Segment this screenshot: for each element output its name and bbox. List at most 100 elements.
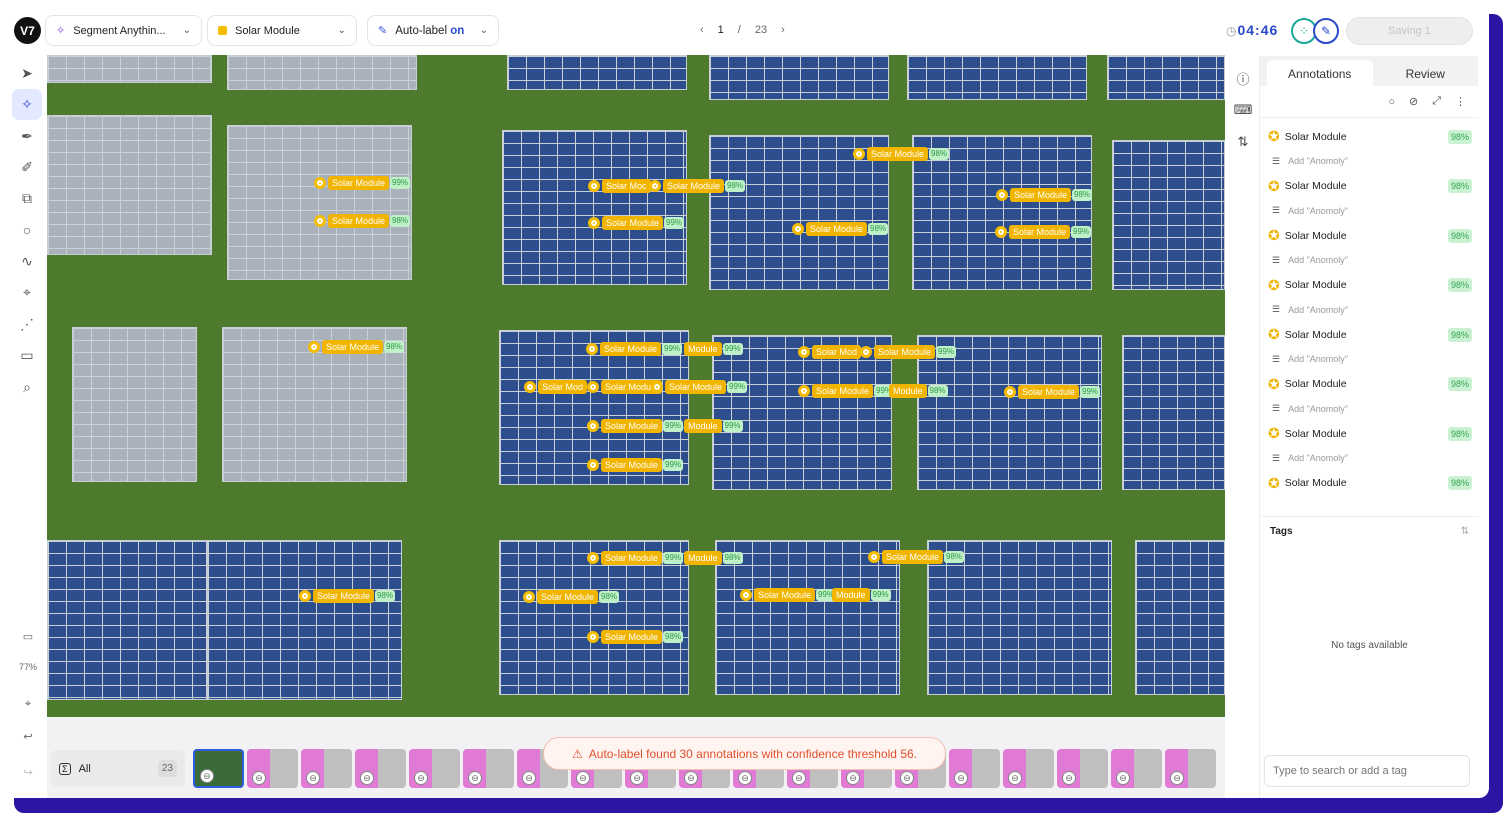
annotation-label[interactable]: Solar Module 98% [649, 179, 746, 193]
annotation-label[interactable]: Solar Module 98% [792, 222, 889, 236]
add-attribute[interactable]: ☰ Add "Anomoly" [1260, 199, 1478, 224]
annotation-label[interactable]: Solar Module 99% [860, 345, 957, 359]
annotation-label[interactable]: Module 99% [684, 342, 743, 356]
annotation-handle-icon[interactable] [996, 189, 1008, 201]
keyboard-icon[interactable]: ⌨ [1232, 94, 1254, 126]
zoom-level[interactable]: 77% [12, 662, 44, 672]
add-attribute[interactable]: ☰ Add "Anomoly" [1260, 347, 1478, 372]
reset-view-icon[interactable]: ⌖ [12, 698, 44, 711]
annotation-handle-icon[interactable] [587, 631, 599, 643]
thumbnail[interactable]: ⊖ [301, 749, 352, 788]
class-select[interactable]: Solar Module ⌄ [207, 15, 357, 46]
annotation-handle-icon[interactable] [588, 217, 600, 229]
annotation-label[interactable]: Solar Moc [588, 179, 651, 193]
annotation-handle-icon[interactable] [586, 343, 598, 355]
annotation-handle-icon[interactable] [314, 177, 326, 189]
add-attribute[interactable]: ☰ Add "Anomoly" [1260, 397, 1478, 422]
annotation-label[interactable]: Solar Module 99% [586, 342, 683, 356]
annotation-label[interactable]: Solar Module 98% [523, 590, 620, 604]
annotation-label[interactable]: Solar Module 98% [587, 630, 684, 644]
annotation-label[interactable]: Solar Module 99% [995, 225, 1092, 239]
annotation-item[interactable]: ✪ Solar Module 98% [1260, 471, 1478, 496]
thumbnail[interactable]: ⊖ [949, 749, 1000, 788]
model-select[interactable]: ✧ Segment Anythin... ⌄ [45, 15, 202, 46]
thumbnail[interactable]: ⊖ [1057, 749, 1108, 788]
annotation-handle-icon[interactable] [524, 381, 536, 393]
annotation-label[interactable]: Solar Module 98% [299, 589, 396, 603]
annotation-label[interactable]: Solar Module 98% [314, 214, 411, 228]
annotation-item[interactable]: ✪ Solar Module 98% [1260, 223, 1478, 248]
annotation-handle-icon[interactable] [649, 180, 661, 192]
pen-icon[interactable]: ✒ [12, 121, 42, 152]
annotation-handle-icon[interactable] [868, 551, 880, 563]
annotation-label[interactable]: Solar Module 99% [651, 380, 748, 394]
v7-logo[interactable]: V7 [14, 17, 41, 44]
saving-button[interactable]: Saving 1 [1346, 17, 1473, 45]
polygon-icon[interactable]: ⧉ [12, 184, 42, 215]
annotation-item[interactable]: ✪ Solar Module 98% [1260, 322, 1478, 347]
annotation-handle-icon[interactable] [1004, 386, 1016, 398]
annotation-label[interactable]: Solar Module 99% [588, 216, 685, 230]
annotation-handle-icon[interactable] [587, 459, 599, 471]
annotation-label[interactable]: Solar Module 98% [308, 340, 405, 354]
annotation-label[interactable]: Solar Module 99% [587, 551, 684, 565]
tab-review[interactable]: Review [1373, 60, 1479, 86]
annotation-label[interactable]: Solar Module 99% [1004, 385, 1101, 399]
redo-icon[interactable]: ↪ [12, 766, 44, 779]
annotation-label[interactable]: Solar Mod [524, 380, 588, 394]
ellipse-icon[interactable]: ○ [12, 215, 42, 246]
annotation-handle-icon[interactable] [587, 381, 599, 393]
annotate-mode-icon[interactable]: ✎ [1313, 18, 1339, 44]
sort-icon[interactable]: ⇅ [1461, 526, 1469, 537]
annotation-label[interactable]: Module 99% [832, 588, 891, 602]
annotation-handle-icon[interactable] [651, 381, 663, 393]
cursor-icon[interactable]: ➤ [12, 58, 42, 89]
annotation-handle-icon[interactable] [523, 591, 535, 603]
segment-anything-icon[interactable]: ✧ [12, 89, 42, 121]
add-attribute[interactable]: ☰ Add "Anomoly" [1260, 248, 1478, 273]
thumbnail[interactable]: ⊖ [1003, 749, 1054, 788]
annotation-label[interactable]: Solar Module 99% [740, 588, 837, 602]
hide-icon[interactable]: ⊘ [1409, 95, 1418, 108]
thumbnail[interactable]: ⊖ [247, 749, 298, 788]
annotation-handle-icon[interactable] [792, 223, 804, 235]
annotation-label[interactable]: Solar Mod [798, 345, 862, 359]
next-page-button[interactable]: › [781, 24, 785, 36]
annotation-label[interactable]: Module 99% [684, 419, 743, 433]
annotation-handle-icon[interactable] [798, 385, 810, 397]
annotation-item[interactable]: ✪ Solar Module 98% [1260, 372, 1478, 397]
thumbnail[interactable]: ⊖ [463, 749, 514, 788]
annotation-label[interactable]: Solar Module 99% [314, 176, 411, 190]
annotation-label[interactable]: Module 98% [684, 551, 743, 565]
thumbnail[interactable]: ⊖ [409, 749, 460, 788]
brush-icon[interactable]: ✐ [12, 152, 42, 183]
thumbnail[interactable]: ⊖ [355, 749, 406, 788]
polyline-icon[interactable]: ∿ [12, 246, 42, 277]
feedback-icon[interactable]: ▭ [12, 630, 44, 643]
tab-annotations[interactable]: Annotations [1267, 60, 1373, 86]
annotation-handle-icon[interactable] [299, 590, 311, 602]
undo-icon[interactable]: ↩ [12, 730, 44, 743]
comment-icon[interactable]: ▭ [12, 340, 42, 371]
annotation-label[interactable]: Solar Module 99% [798, 384, 895, 398]
annotation-handle-icon[interactable] [587, 420, 599, 432]
add-attribute[interactable]: ☰ Add "Anomoly" [1260, 446, 1478, 471]
annotation-label[interactable]: Solar Module 99% [587, 458, 684, 472]
zoom-icon[interactable]: ⌕ [12, 372, 42, 403]
annotation-item[interactable]: ✪ Solar Module 98% [1260, 124, 1478, 149]
info-icon[interactable]: ⓘ [1232, 62, 1254, 94]
autolabel-toggle[interactable]: ✎ Auto-label on ⌄ [367, 15, 499, 46]
settings-sliders-icon[interactable]: ⇅ [1232, 126, 1254, 158]
annotation-label[interactable]: Solar Module 98% [853, 147, 950, 161]
annotation-label[interactable]: Solar Module 98% [868, 550, 965, 564]
thumbnail[interactable]: ⊖ [1165, 749, 1216, 788]
all-items-filter[interactable]: Σ All 23 [51, 750, 185, 787]
page-current[interactable]: 1 [718, 24, 724, 36]
annotation-handle-icon[interactable] [314, 215, 326, 227]
annotation-label[interactable]: Solar Module 98% [996, 188, 1093, 202]
add-attribute[interactable]: ☰ Add "Anomoly" [1260, 149, 1478, 174]
annotation-handle-icon[interactable] [860, 346, 872, 358]
annotation-item[interactable]: ✪ Solar Module 98% [1260, 421, 1478, 446]
more-icon[interactable]: ⋮ [1455, 95, 1466, 108]
thumbnail[interactable]: ⊖ [193, 749, 244, 788]
